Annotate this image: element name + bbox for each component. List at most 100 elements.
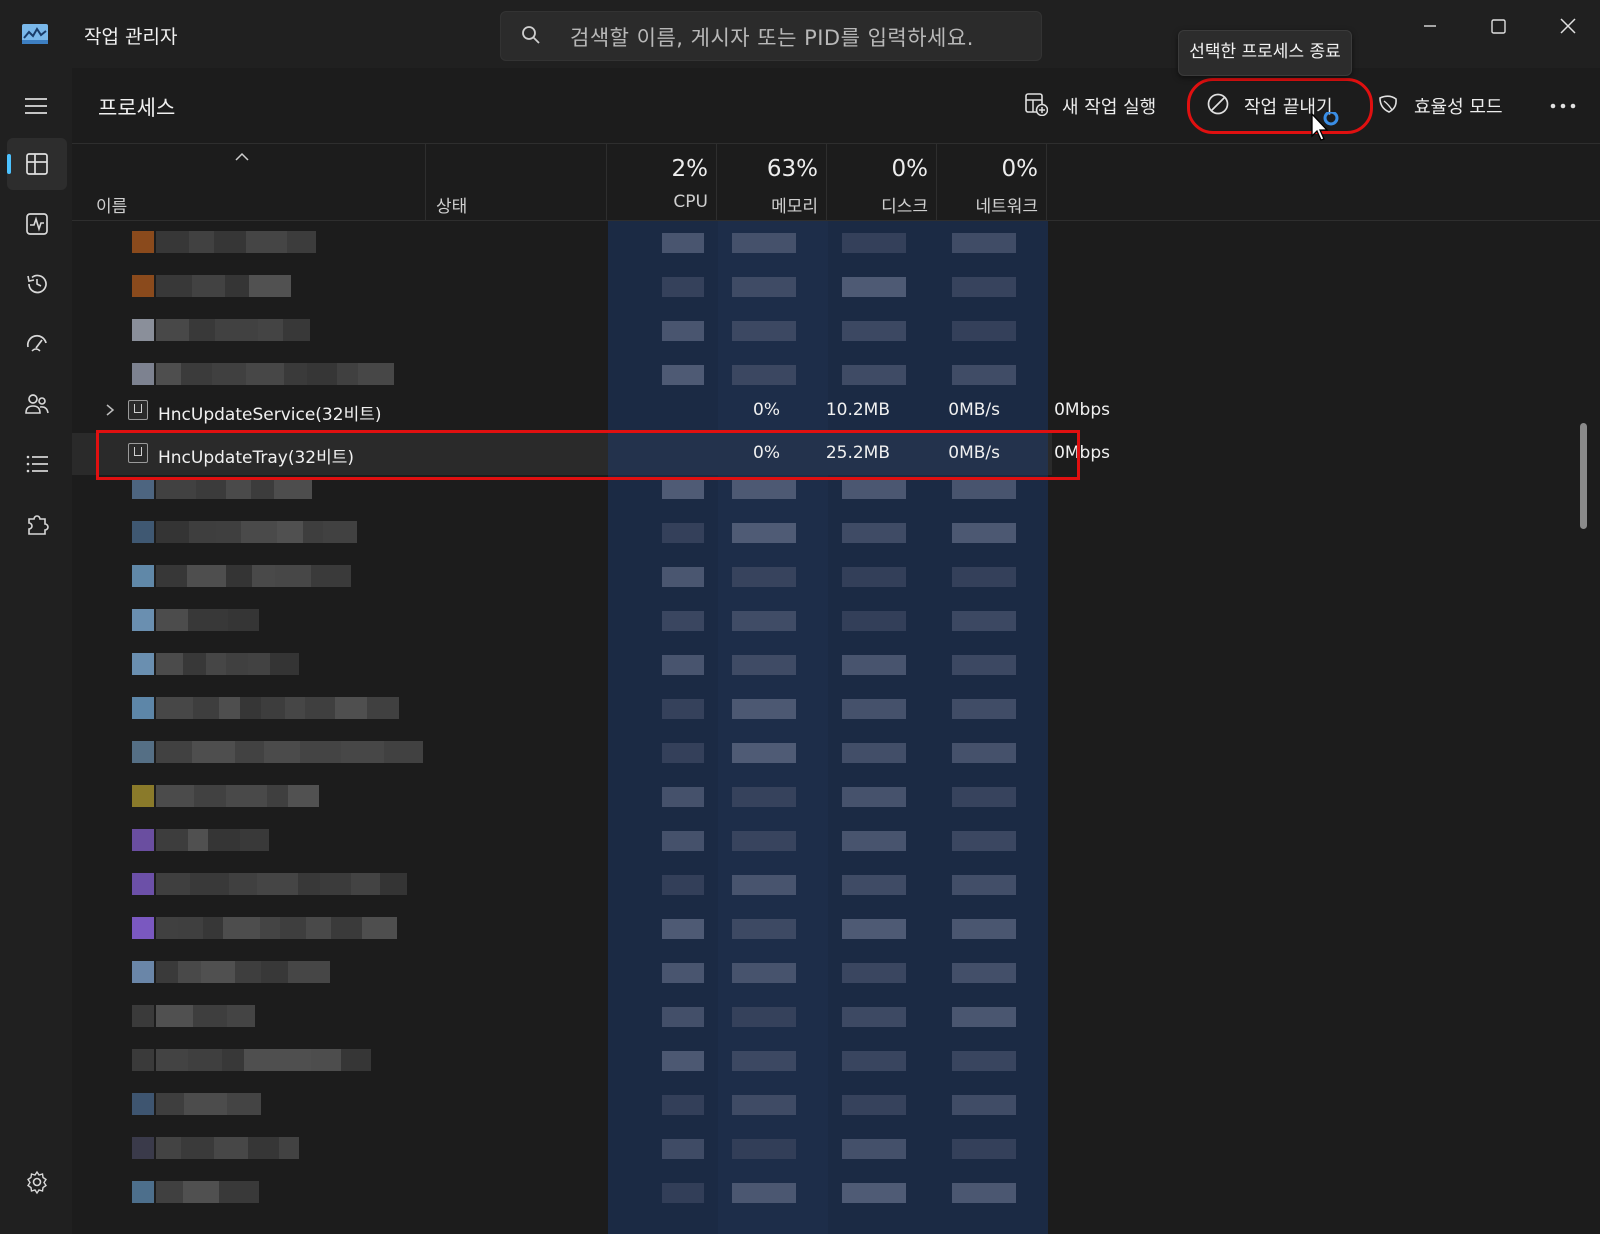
pixelated-metric-block xyxy=(952,1095,1016,1115)
pixelated-icon-block xyxy=(132,961,154,983)
pixelated-name-block xyxy=(156,917,178,939)
process-cpu: 0% xyxy=(753,400,780,420)
nav-startup-apps[interactable] xyxy=(7,318,67,370)
pixelated-name-block xyxy=(181,363,212,385)
pixelated-name-block xyxy=(156,1049,188,1071)
pixelated-name-block xyxy=(227,1093,261,1115)
close-button[interactable] xyxy=(1538,8,1598,44)
nav-services[interactable] xyxy=(7,498,67,550)
column-header-memory[interactable]: 63% 메모리 xyxy=(718,144,828,220)
pixelated-name-block xyxy=(273,1049,311,1071)
pixelated-metric-block xyxy=(732,699,796,719)
maximize-button[interactable] xyxy=(1468,8,1528,44)
column-separator[interactable] xyxy=(936,144,937,220)
run-new-task-button[interactable]: 새 작업 실행 xyxy=(1024,84,1170,124)
pixelated-metric-block xyxy=(842,699,906,719)
pixelated-metric-block xyxy=(732,1095,796,1115)
minimize-button[interactable] xyxy=(1400,8,1460,44)
pixelated-name-block xyxy=(156,521,189,543)
pixelated-icon-block xyxy=(132,275,154,297)
pixelated-name-block xyxy=(235,741,264,763)
pixelated-name-block xyxy=(201,961,235,983)
column-header-disk[interactable]: 0% 디스크 xyxy=(828,144,938,220)
pixelated-metric-block xyxy=(732,1007,796,1027)
pixelated-metric-block xyxy=(662,479,704,499)
vertical-scrollbar[interactable] xyxy=(1580,423,1587,529)
pixelated-name-block xyxy=(335,697,367,719)
pixelated-icon-block xyxy=(132,363,154,385)
pixelated-name-block xyxy=(181,1137,214,1159)
column-header-cpu[interactable]: 2% CPU xyxy=(608,144,718,220)
sidebar-nav xyxy=(0,68,72,1234)
pixelated-name-block xyxy=(283,319,310,341)
column-header-network[interactable]: 0% 네트워크 xyxy=(938,144,1048,220)
efficiency-mode-button[interactable]: 효율성 모드 xyxy=(1376,84,1516,124)
end-task-highlight xyxy=(1187,78,1373,134)
pixelated-metric-block xyxy=(732,611,796,631)
pixelated-name-block xyxy=(183,653,206,675)
hamburger-menu-icon[interactable] xyxy=(24,96,48,116)
pixelated-icon-block xyxy=(132,653,154,675)
pixelated-metric-block xyxy=(952,1183,1016,1203)
pixelated-name-block xyxy=(183,1181,219,1203)
pixelated-name-block xyxy=(219,1181,259,1203)
pixelated-name-block xyxy=(156,741,192,763)
pixelated-metric-block xyxy=(732,567,796,587)
run-new-task-label: 새 작업 실행 xyxy=(1062,97,1157,118)
pixelated-name-block xyxy=(196,477,226,499)
more-options-icon[interactable] xyxy=(1548,96,1578,116)
nav-performance[interactable] xyxy=(7,198,67,250)
pixelated-name-block xyxy=(267,785,288,807)
process-row-hncupdateservice[interactable]: HncUpdateService(32비트) 0% 10.2MB 0MB/s 0… xyxy=(72,390,1110,432)
pixelated-icon-block xyxy=(132,521,154,543)
nav-processes[interactable] xyxy=(7,138,67,190)
pixelated-name-block xyxy=(240,697,261,719)
pixelated-name-block xyxy=(184,1093,227,1115)
pixelated-metric-block xyxy=(952,479,1016,499)
pixelated-metric-block xyxy=(842,963,906,983)
pixelated-name-block xyxy=(214,231,246,253)
nav-app-history[interactable] xyxy=(7,258,67,310)
search-input[interactable]: 검색할 이름, 게시자 또는 PID를 입력하세요. xyxy=(570,22,974,52)
pixelated-name-block xyxy=(226,565,252,587)
pixelated-name-block xyxy=(341,741,384,763)
pixelated-name-block xyxy=(178,917,203,939)
new-task-icon xyxy=(1025,93,1048,116)
pixelated-metric-block xyxy=(842,1139,906,1159)
pixelated-metric-block xyxy=(732,233,796,253)
column-header-status[interactable]: 상태 xyxy=(436,144,596,220)
pixelated-metric-block xyxy=(662,277,704,297)
pixelated-name-block xyxy=(226,653,248,675)
pixelated-name-block xyxy=(251,477,274,499)
nav-settings[interactable] xyxy=(7,1156,67,1208)
column-separator[interactable] xyxy=(606,144,607,220)
pixelated-name-block xyxy=(219,697,240,719)
column-separator[interactable] xyxy=(1046,144,1047,220)
pixelated-name-block xyxy=(193,1005,227,1027)
network-total-pct: 0% xyxy=(1001,156,1039,182)
column-separator[interactable] xyxy=(425,144,426,220)
column-header-name[interactable]: 이름 xyxy=(96,144,396,220)
column-separator[interactable] xyxy=(826,144,827,220)
pixelated-name-block xyxy=(246,231,287,253)
pixelated-name-block xyxy=(274,477,312,499)
pixelated-name-block xyxy=(257,873,298,895)
pixelated-name-block xyxy=(275,565,311,587)
column-separator[interactable] xyxy=(716,144,717,220)
pixelated-metric-block xyxy=(732,479,796,499)
nav-details[interactable] xyxy=(7,438,67,490)
chevron-right-icon[interactable] xyxy=(104,403,116,417)
pixelated-icon-block xyxy=(132,609,154,631)
pixelated-metric-block xyxy=(732,1051,796,1071)
pixelated-icon-block xyxy=(132,829,154,851)
pixelated-metric-block xyxy=(842,277,906,297)
pixelated-name-block xyxy=(156,1093,184,1115)
pixelated-name-block xyxy=(248,653,270,675)
pixelated-name-block xyxy=(228,609,259,631)
nav-users[interactable] xyxy=(7,378,67,430)
pixelated-name-block xyxy=(227,1005,255,1027)
pixelated-name-block xyxy=(362,917,397,939)
pixelated-metric-block xyxy=(952,1139,1016,1159)
process-disk: 0MB/s xyxy=(948,400,1000,420)
pixelated-name-block xyxy=(188,829,208,851)
